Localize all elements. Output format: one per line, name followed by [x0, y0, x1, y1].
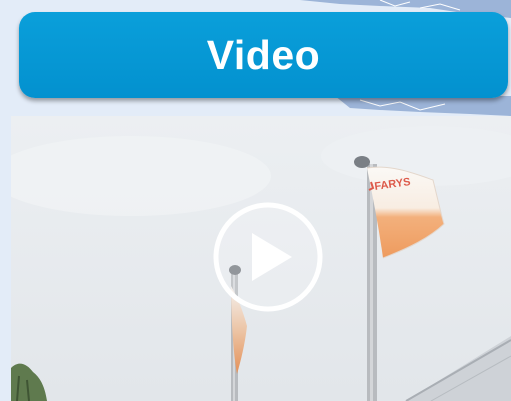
title-banner: Video [19, 12, 508, 98]
play-circle-icon [213, 202, 323, 312]
video-page: Video FARYS [0, 0, 511, 401]
play-button[interactable] [212, 201, 324, 313]
page-title: Video [206, 31, 321, 78]
